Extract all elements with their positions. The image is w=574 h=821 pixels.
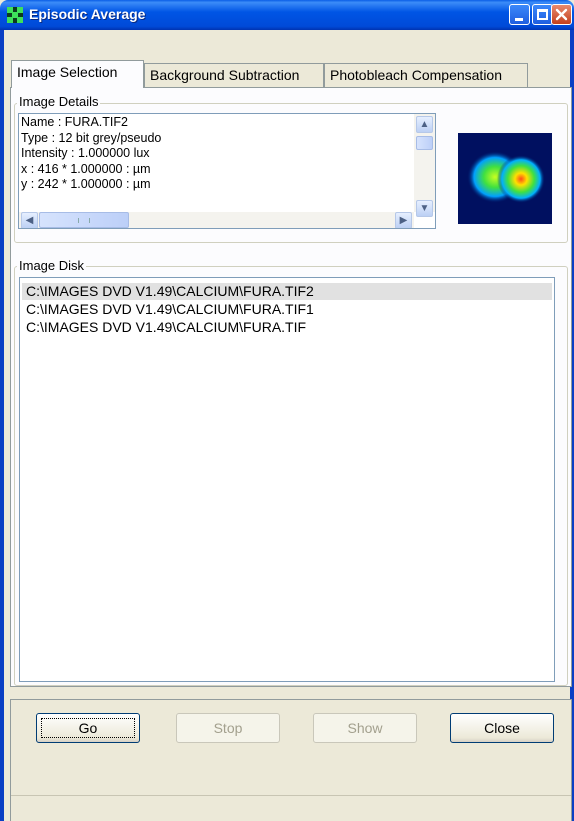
close-window-button[interactable] (551, 4, 572, 25)
close-button-label: Close (484, 720, 520, 736)
app-grid-icon (7, 7, 23, 23)
image-details-lines: Name : FURA.TIF2 Type : 12 bit grey/pseu… (21, 115, 161, 193)
thumb-grip-icon (78, 218, 90, 223)
minimize-button[interactable] (509, 4, 530, 25)
image-preview-thumbnail (458, 133, 552, 224)
image-disk-list[interactable]: C:\IMAGES DVD V1.49\CALCIUM\FURA.TIF2 C:… (19, 277, 555, 682)
image-details-label: Image Details (17, 94, 101, 109)
detail-intensity: Intensity : 1.000000 lux (21, 146, 150, 161)
show-button[interactable]: Show (313, 713, 417, 743)
focus-rectangle (41, 718, 135, 738)
stop-button-label: Stop (213, 720, 243, 736)
list-item[interactable]: C:\IMAGES DVD V1.49\CALCIUM\FURA.TIF (22, 319, 552, 336)
horizontal-scroll-thumb[interactable] (39, 212, 129, 228)
maximize-button[interactable] (532, 4, 553, 25)
image-details-textbox[interactable]: Name : FURA.TIF2 Type : 12 bit grey/pseu… (18, 113, 436, 229)
window-frame-left (0, 30, 4, 821)
maximize-icon (537, 9, 548, 20)
detail-y: y : 242 * 1.000000 : µm (21, 177, 151, 192)
list-item[interactable]: C:\IMAGES DVD V1.49\CALCIUM\FURA.TIF2 (22, 283, 552, 300)
minimize-icon (515, 18, 523, 21)
scroll-right-button[interactable]: ▶ (395, 212, 412, 228)
close-button[interactable]: Close (450, 713, 554, 743)
stop-button[interactable]: Stop (176, 713, 280, 743)
details-vertical-scrollbar[interactable]: ▲ ▼ (414, 114, 435, 217)
window-title: Episodic Average (29, 6, 146, 22)
image-disk-label: Image Disk (17, 258, 87, 273)
detail-type: Type : 12 bit grey/pseudo (21, 130, 162, 145)
close-icon (555, 8, 568, 21)
list-item[interactable]: C:\IMAGES DVD V1.49\CALCIUM\FURA.TIF1 (22, 301, 552, 318)
show-button-label: Show (347, 720, 383, 736)
detail-name: Name : FURA.TIF2 (21, 115, 128, 129)
scroll-up-button[interactable]: ▲ (416, 116, 433, 133)
vertical-scroll-thumb[interactable] (416, 136, 433, 150)
detail-x: x : 416 * 1.000000 : µm (21, 161, 151, 176)
scroll-left-button[interactable]: ◀ (21, 212, 38, 228)
details-horizontal-scrollbar[interactable]: ◀ ▶ (19, 212, 414, 228)
scroll-down-button[interactable]: ▼ (416, 200, 433, 217)
tab-image-selection[interactable]: Image Selection (11, 60, 144, 88)
go-button[interactable]: Go (36, 713, 140, 743)
status-bar (11, 795, 571, 821)
title-bar[interactable]: Episodic Average (0, 0, 574, 30)
fura-preview-image (467, 151, 545, 203)
episodic-average-window: Episodic Average Image Selection Backgro… (0, 0, 574, 821)
tab-photobleach-compensation[interactable]: Photobleach Compensation (324, 63, 528, 87)
tab-background-subtraction[interactable]: Background Subtraction (144, 63, 324, 87)
